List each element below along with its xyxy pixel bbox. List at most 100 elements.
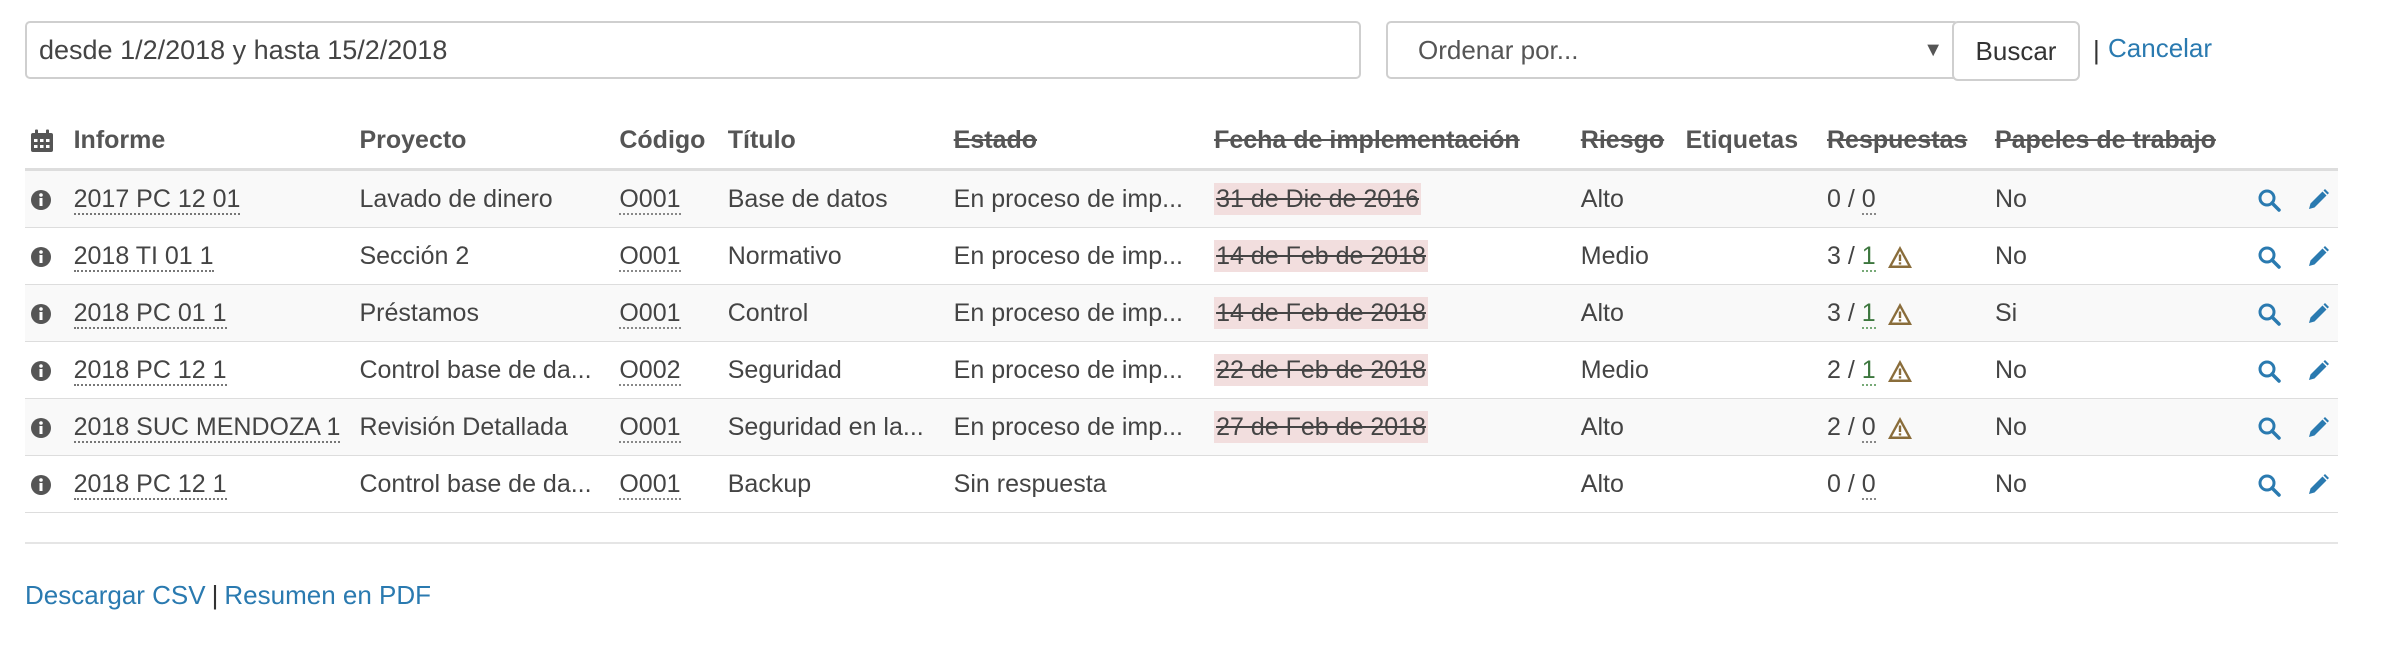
respuestas-sep: / [1840,241,1862,270]
estado-cell: En proceso de imp... [948,169,1210,228]
proyecto-cell: Sección 2 [354,227,615,285]
separator: | [2093,35,2100,65]
pencil-icon[interactable] [2306,188,2330,212]
pencil-icon[interactable] [2306,359,2330,383]
respuestas-sep: / [1840,355,1862,384]
info-circle-icon[interactable] [30,303,52,325]
respuestas-sep: / [1840,469,1862,498]
header-etiquetas[interactable]: Etiquetas [1680,112,1822,171]
divider [25,542,2338,544]
informe-link[interactable]: 2018 SUC MENDOZA 1 [73,412,341,443]
estado-cell: En proceso de imp... [948,398,1210,456]
etiquetas-cell [1680,169,1822,228]
codigo-value: O002 [619,355,681,386]
calendar-header[interactable] [25,112,69,171]
etiquetas-cell [1680,398,1822,456]
search-icon[interactable] [2257,245,2281,269]
info-cell[interactable] [25,284,69,342]
codigo-value: O001 [619,412,681,443]
titulo-cell: Seguridad en la... [722,398,949,456]
warning-triangle-icon [1887,302,1912,325]
info-cell[interactable] [25,398,69,456]
titulo-cell: Backup [722,455,949,513]
respuestas-sep: / [1840,412,1862,441]
informe-link[interactable]: 2018 PC 01 1 [73,298,227,329]
papeles-cell: Si [1989,284,2235,342]
info-circle-icon[interactable] [30,189,52,211]
titulo-cell: Normativo [722,227,949,285]
codigo-value: O001 [619,241,681,272]
info-cell[interactable] [25,455,69,513]
fecha-implementacion-cell [1209,455,1576,513]
search-icon[interactable] [2257,359,2281,383]
row-actions [2234,341,2338,399]
search-icon[interactable] [2257,188,2281,212]
respuestas-pending: 0 [1861,469,1876,500]
informe-link[interactable]: 2017 PC 12 01 [73,184,241,215]
respuestas-pending: 1 [1861,298,1876,329]
header-titulo[interactable]: Título [722,112,949,171]
filter-bar: desde 1/2/2018 y hasta 15/2/2018 Ordenar… [25,21,2325,83]
table-row: 2018 SUC MENDOZA 1 Revisión Detallada O0… [25,398,2338,456]
pencil-icon[interactable] [2306,302,2330,326]
info-circle-icon[interactable] [30,474,52,496]
pdf-summary-link[interactable]: Resumen en PDF [224,580,431,610]
header-codigo[interactable]: Código [614,112,723,171]
separator: | [211,580,219,610]
info-circle-icon[interactable] [30,246,52,268]
info-cell[interactable] [25,169,69,228]
search-icon[interactable] [2257,416,2281,440]
pencil-icon[interactable] [2306,245,2330,269]
order-by-select[interactable]: Ordenar por... ▼ [1386,21,1959,79]
row-actions [2234,284,2338,342]
respuestas-count: 0 [1826,469,1841,498]
info-cell[interactable] [25,227,69,285]
respuestas-pending: 1 [1861,355,1876,386]
papeles-cell: No [1989,455,2235,513]
search-input-value: desde 1/2/2018 y hasta 15/2/2018 [39,34,448,65]
header-papeles-de-trabajo[interactable]: Papeles de trabajo [1989,112,2235,171]
proyecto-cell: Lavado de dinero [354,169,615,228]
respuestas-cell: 2 / 0 [1821,398,1990,456]
calendar-icon [31,129,53,152]
search-icon[interactable] [2257,302,2281,326]
informe-link[interactable]: 2018 TI 01 1 [73,241,214,272]
table-row: 2018 PC 01 1 Préstamos O001 Control En p… [25,284,2338,342]
informe-link[interactable]: 2018 PC 12 1 [73,355,227,386]
proyecto-cell: Control base de da... [354,455,615,513]
search-icon[interactable] [2257,473,2281,497]
header-proyecto[interactable]: Proyecto [354,112,615,171]
codigo-value: O001 [619,469,681,500]
cancel-link[interactable]: Cancelar [2108,33,2212,64]
header-respuestas[interactable]: Respuestas [1821,112,1990,171]
etiquetas-cell [1680,455,1822,513]
pencil-icon[interactable] [2306,416,2330,440]
header-estado[interactable]: Estado [948,112,1210,171]
estado-cell: Sin respuesta [948,455,1210,513]
fecha-implementacion-value: 14 de Feb de 2018 [1214,239,1428,272]
riesgo-cell: Alto [1575,284,1681,342]
table-header-row: Informe Proyecto Código Título Estado Fe… [25,112,2338,171]
header-informe[interactable]: Informe [68,112,355,171]
table-row: 2017 PC 12 01 Lavado de dinero O001 Base… [25,169,2338,228]
riesgo-cell: Medio [1575,341,1681,399]
info-cell[interactable] [25,341,69,399]
codigo-value: O001 [619,184,681,215]
download-csv-link[interactable]: Descargar CSV [25,580,206,610]
search-button-label: Buscar [1975,35,2057,66]
search-input[interactable]: desde 1/2/2018 y hasta 15/2/2018 [25,21,1361,79]
etiquetas-cell [1680,284,1822,342]
search-button[interactable]: Buscar [1952,21,2080,81]
header-riesgo[interactable]: Riesgo [1575,112,1681,171]
order-by-placeholder: Ordenar por... [1418,34,1579,65]
pencil-icon[interactable] [2306,473,2330,497]
fecha-implementacion-value: 27 de Feb de 2018 [1214,410,1428,443]
info-circle-icon[interactable] [30,360,52,382]
info-circle-icon[interactable] [30,417,52,439]
warning-triangle-icon [1887,359,1912,382]
footer-links: Descargar CSV | Resumen en PDF [25,580,431,611]
fecha-implementacion-value: 31 de Dic de 2016 [1214,182,1421,215]
papeles-cell: No [1989,169,2235,228]
informe-link[interactable]: 2018 PC 12 1 [73,469,227,500]
header-fecha-implementacion[interactable]: Fecha de implementación [1209,112,1576,171]
